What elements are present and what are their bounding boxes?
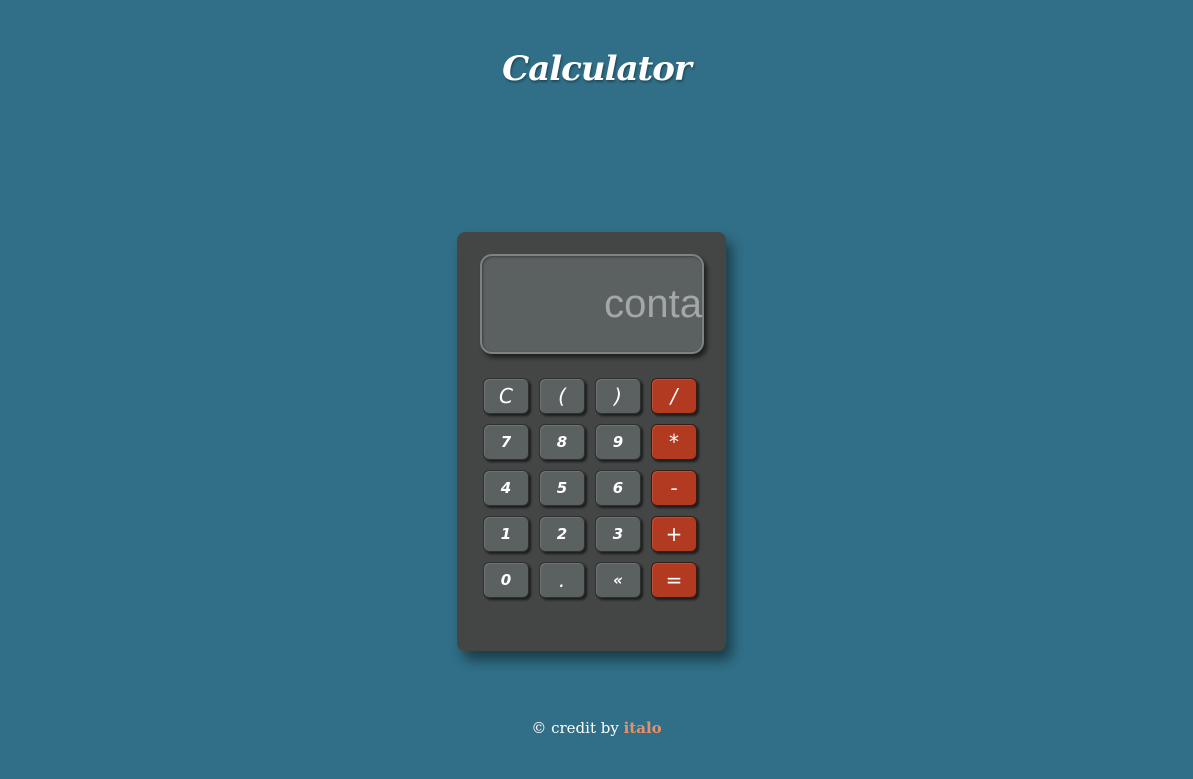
author-link[interactable]: italo <box>624 719 662 737</box>
digit-0-button[interactable]: 0 <box>483 562 529 598</box>
digit-7-button[interactable]: 7 <box>483 424 529 460</box>
digit-9-button[interactable]: 9 <box>595 424 641 460</box>
credit-text: © credit by <box>531 719 619 737</box>
digit-3-button[interactable]: 3 <box>595 516 641 552</box>
subtract-button[interactable]: - <box>651 470 697 506</box>
digit-2-button[interactable]: 2 <box>539 516 585 552</box>
close-paren-button[interactable]: ) <box>595 378 641 414</box>
digit-5-button[interactable]: 5 <box>539 470 585 506</box>
credit-footer: © credit by italo <box>0 719 1193 737</box>
clear-button[interactable]: C <box>483 378 529 414</box>
multiply-button[interactable]: * <box>651 424 697 460</box>
digit-4-button[interactable]: 4 <box>483 470 529 506</box>
equals-button[interactable]: = <box>651 562 697 598</box>
decimal-button[interactable]: . <box>539 562 585 598</box>
calculator: C ( ) / 7 8 9 * 4 5 6 - 1 2 3 + 0 . « = <box>457 232 726 651</box>
backspace-button[interactable]: « <box>595 562 641 598</box>
digit-6-button[interactable]: 6 <box>595 470 641 506</box>
display <box>480 254 704 354</box>
app-title: Calculator <box>502 48 692 89</box>
digit-8-button[interactable]: 8 <box>539 424 585 460</box>
open-paren-button[interactable]: ( <box>539 378 585 414</box>
digit-1-button[interactable]: 1 <box>483 516 529 552</box>
divide-button[interactable]: / <box>651 378 697 414</box>
add-button[interactable]: + <box>651 516 697 552</box>
display-input[interactable] <box>482 256 702 352</box>
